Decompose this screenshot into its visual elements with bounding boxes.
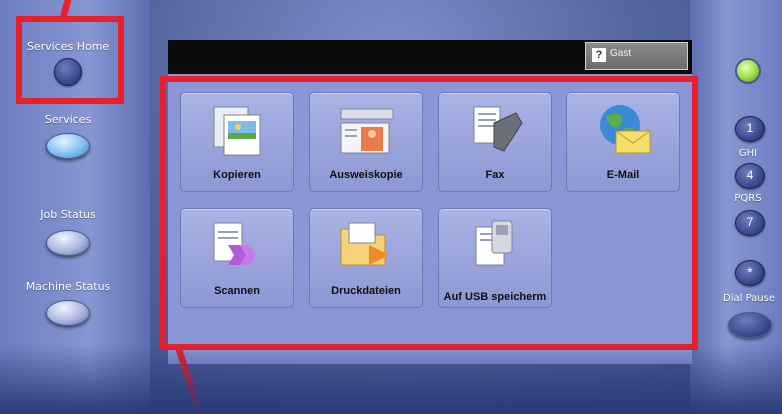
machine-status-button[interactable] <box>46 300 90 326</box>
services-button[interactable] <box>46 133 90 159</box>
key-7-button[interactable]: 7 <box>735 210 765 236</box>
key-7-label: 7 <box>746 215 754 229</box>
login-label: Gast <box>610 48 632 59</box>
key-4-button[interactable]: 4 <box>735 163 765 189</box>
power-led-icon <box>735 58 761 84</box>
pqrs-label: PQRS <box>734 193 762 204</box>
right-bezel <box>690 0 782 414</box>
job-status-button[interactable] <box>46 230 90 256</box>
annotation-highlight-services-home <box>16 16 124 104</box>
services-label: Services <box>44 113 92 126</box>
dial-pause-button[interactable] <box>728 312 772 338</box>
key-1-label: 1 <box>746 121 754 135</box>
dial-pause-label: Dial Pause <box>723 293 775 304</box>
annotation-highlight-screen <box>160 76 698 350</box>
login-button[interactable]: ? Gast <box>585 42 688 70</box>
key-star-label: * <box>747 264 753 280</box>
key-1-button[interactable]: 1 <box>735 116 765 142</box>
key-4-label: 4 <box>746 168 754 182</box>
login-icon: ? <box>592 48 606 62</box>
job-status-label: Job Status <box>40 208 96 221</box>
machine-status-label: Machine Status <box>25 280 111 293</box>
annotation-pointer-bottom <box>175 350 204 414</box>
control-panel: Services Home Services Job Status Machin… <box>0 0 782 414</box>
ghi-label: GHI <box>738 148 758 159</box>
key-star-button[interactable]: * <box>735 260 765 286</box>
